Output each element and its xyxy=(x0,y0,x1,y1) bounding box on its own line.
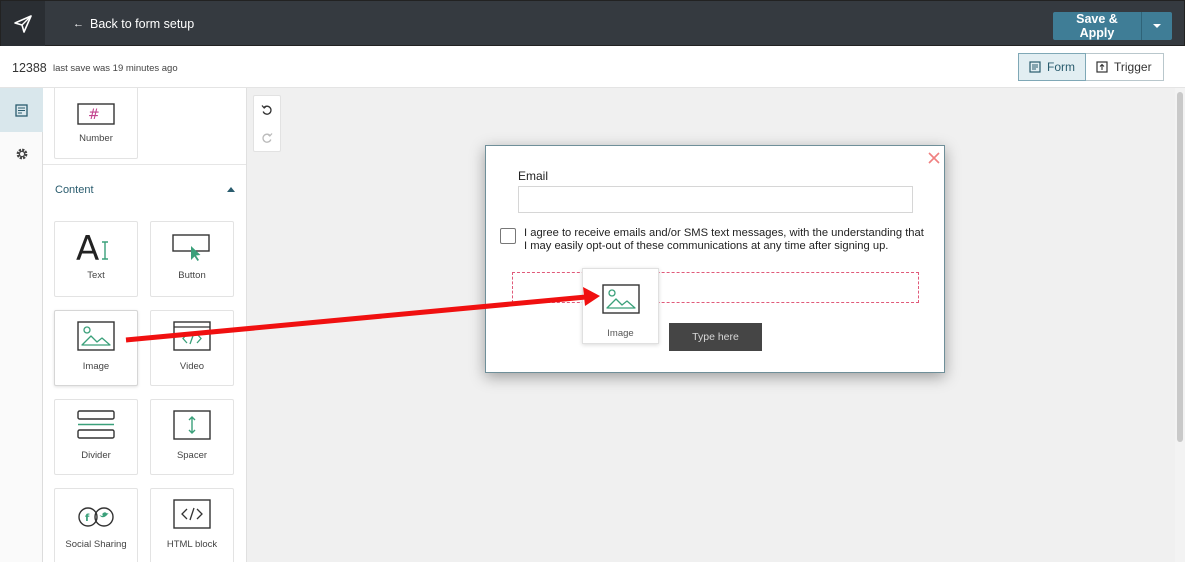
social-sharing-icon: f xyxy=(78,507,114,527)
status-bar: 12388 last save was 19 minutes ago Form … xyxy=(0,46,1185,88)
rail-settings-button[interactable] xyxy=(0,132,43,176)
video-icon xyxy=(173,321,211,351)
history-controls xyxy=(253,95,281,152)
trigger-icon xyxy=(1096,61,1108,73)
spacer-icon xyxy=(173,410,211,440)
html-block-icon xyxy=(173,499,211,529)
element-tile-social-sharing[interactable]: f Social Sharing xyxy=(54,488,138,562)
consent-text: I agree to receive emails and/or SMS tex… xyxy=(524,227,924,252)
email-label: Email xyxy=(518,169,549,183)
rail-elements-button[interactable] xyxy=(0,88,43,132)
tile-label: Social Sharing xyxy=(65,539,127,550)
element-tile-html-block[interactable]: HTML block xyxy=(150,488,234,562)
element-tile-video[interactable]: Video xyxy=(150,310,234,386)
form-mode-label: Form xyxy=(1047,60,1075,74)
divider-icon xyxy=(77,410,115,439)
image-icon xyxy=(601,284,640,314)
undo-button[interactable] xyxy=(254,96,280,124)
element-tile-text[interactable]: A Text xyxy=(54,221,138,297)
gear-icon xyxy=(16,148,27,160)
form-icon xyxy=(1029,61,1041,73)
tile-label: Video xyxy=(179,361,205,372)
tile-label: HTML block xyxy=(166,539,218,550)
trigger-mode-button[interactable]: Trigger xyxy=(1086,53,1164,81)
back-arrow-icon: ← xyxy=(73,18,84,30)
save-options-dropdown[interactable] xyxy=(1141,12,1172,40)
back-link-label: Back to form setup xyxy=(90,17,195,31)
trigger-mode-label: Trigger xyxy=(1114,60,1152,74)
hash-input-icon: # xyxy=(77,103,115,125)
caret-up-icon xyxy=(227,187,235,192)
save-apply-button[interactable]: Save & Apply xyxy=(1053,12,1141,40)
tile-label: Text xyxy=(87,270,105,281)
form-popup-preview[interactable]: Email I agree to receive emails and/or S… xyxy=(485,145,945,373)
form-elements-icon xyxy=(15,103,28,117)
redo-icon xyxy=(262,133,273,143)
tile-label: Image xyxy=(82,361,110,372)
content-section-header[interactable]: Content xyxy=(43,164,246,208)
save-apply-group: Save & Apply xyxy=(1053,12,1172,40)
svg-text:A: A xyxy=(76,230,99,262)
tile-label: Number xyxy=(79,133,113,144)
tile-label: Spacer xyxy=(176,450,208,461)
email-field[interactable] xyxy=(518,186,913,213)
element-tile-spacer[interactable]: Spacer xyxy=(150,399,234,475)
tile-label: Image xyxy=(607,328,634,339)
send-icon xyxy=(14,14,32,33)
elements-panel: # Number Content A Text Button Image Vid… xyxy=(43,88,247,562)
element-tile-divider[interactable]: Divider xyxy=(54,399,138,475)
element-tile-number[interactable]: # Number xyxy=(54,88,138,159)
mode-toggle: Form Trigger xyxy=(1018,53,1164,81)
tile-label: Divider xyxy=(81,450,111,461)
app-logo-button[interactable] xyxy=(1,1,45,46)
svg-text:#: # xyxy=(88,107,100,123)
element-tile-button[interactable]: Button xyxy=(150,221,234,297)
scroll-thumb[interactable] xyxy=(1177,92,1183,442)
form-id: 12388 xyxy=(12,61,47,75)
left-rail xyxy=(0,88,43,562)
back-to-form-setup-link[interactable]: ← Back to form setup xyxy=(73,17,194,31)
dragged-image-tile[interactable]: Image xyxy=(582,268,659,344)
consent-checkbox[interactable] xyxy=(500,228,516,244)
form-mode-button[interactable]: Form xyxy=(1018,53,1086,81)
submit-button[interactable]: Type here xyxy=(669,323,762,351)
canvas-scrollbar[interactable] xyxy=(1175,88,1185,562)
drop-zone-placeholder[interactable] xyxy=(512,272,919,303)
button-icon xyxy=(172,234,210,261)
section-title: Content xyxy=(55,184,94,196)
text-icon: A xyxy=(76,230,108,262)
top-bar: ← Back to form setup Save & Apply xyxy=(0,0,1185,46)
close-icon[interactable] xyxy=(927,151,941,165)
element-tile-image[interactable]: Image xyxy=(54,310,138,386)
save-status: last save was 19 minutes ago xyxy=(53,63,178,74)
redo-button[interactable] xyxy=(254,124,280,152)
caret-down-icon xyxy=(1153,24,1161,28)
image-icon xyxy=(77,321,115,351)
svg-text:f: f xyxy=(85,513,90,524)
tile-label: Button xyxy=(178,270,206,281)
undo-icon xyxy=(261,105,272,115)
